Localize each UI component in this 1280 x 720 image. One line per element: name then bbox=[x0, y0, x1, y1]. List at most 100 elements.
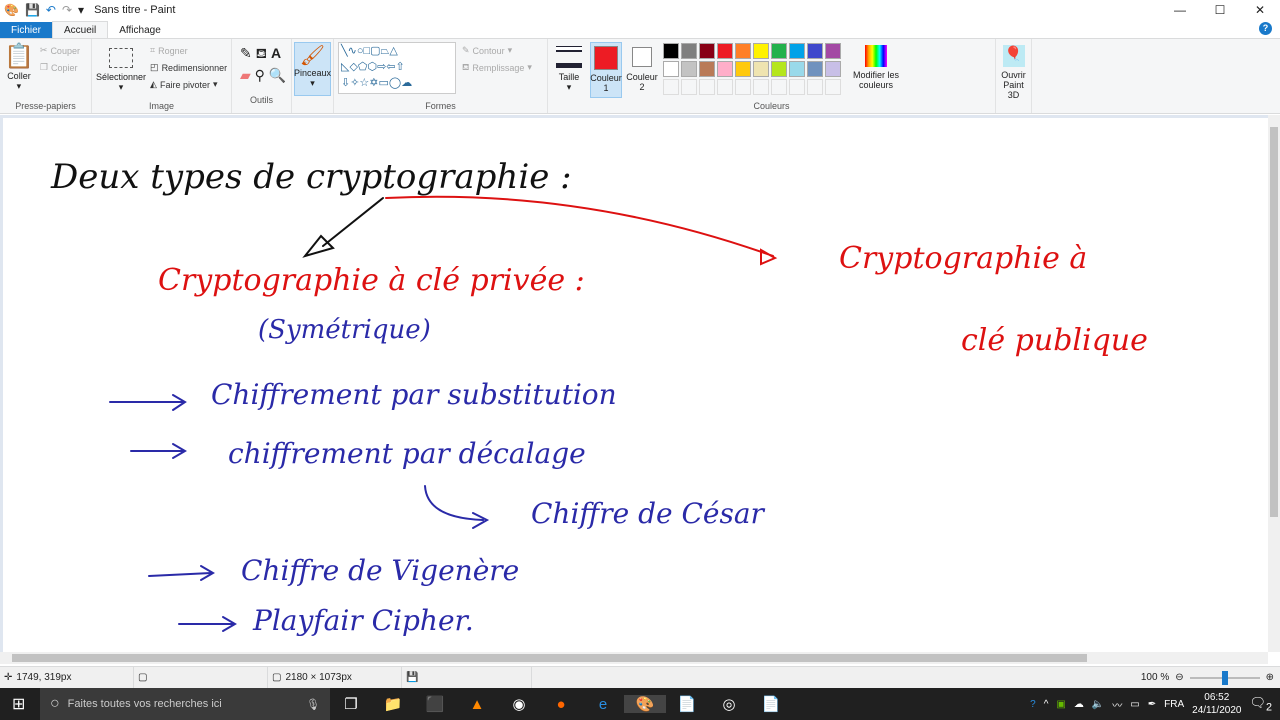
help-tray-icon[interactable]: ? bbox=[1030, 699, 1036, 710]
palette-swatch[interactable] bbox=[699, 43, 715, 59]
resize-button[interactable]: ◰ Redimensionner bbox=[150, 59, 227, 76]
minimize-button[interactable]: — bbox=[1160, 0, 1200, 20]
palette-swatch[interactable] bbox=[717, 43, 733, 59]
copy-icon: ❐ bbox=[39, 62, 48, 72]
edge-icon[interactable]: e bbox=[582, 696, 624, 713]
rotate-button[interactable]: ◭ Faire pivoter ▾ bbox=[150, 76, 227, 93]
zoom-in-button[interactable]: ⊕ bbox=[1266, 672, 1274, 683]
fill-icon[interactable]: ⛾ bbox=[256, 45, 267, 61]
palette-empty-slot[interactable] bbox=[771, 79, 787, 95]
palette-empty-slot[interactable] bbox=[681, 79, 697, 95]
wifi-icon[interactable]: 〰 bbox=[1112, 697, 1122, 712]
text-icon[interactable]: A bbox=[271, 45, 281, 61]
palette-swatch[interactable] bbox=[807, 43, 823, 59]
palette-swatch[interactable] bbox=[663, 61, 679, 77]
undo-icon[interactable]: ↶ bbox=[46, 3, 56, 17]
tab-affichage[interactable]: Affichage bbox=[108, 22, 172, 39]
palette-swatch[interactable] bbox=[681, 61, 697, 77]
clipboard-icon: 📋 bbox=[4, 43, 34, 70]
paint3d-button[interactable]: 🎈 Ouvrir Paint 3D bbox=[997, 42, 1030, 100]
title-bar: 🎨 💾 ↶ ↷ ▾ Sans titre - Paint — ☐ ✕ bbox=[0, 0, 1280, 20]
palette-swatch[interactable] bbox=[699, 61, 715, 77]
palette-empty-slot[interactable] bbox=[825, 79, 841, 95]
group-label: Couleurs bbox=[753, 101, 790, 111]
cut-button[interactable]: ✂ Couper bbox=[40, 42, 80, 59]
maximize-button[interactable]: ☐ bbox=[1200, 0, 1240, 20]
palette-empty-slot[interactable] bbox=[807, 79, 823, 95]
palette-empty-slot[interactable] bbox=[789, 79, 805, 95]
save-icon[interactable]: 💾 bbox=[25, 3, 40, 17]
palette-empty-slot[interactable] bbox=[699, 79, 715, 95]
paint-taskbar-icon[interactable]: 🎨 bbox=[624, 695, 666, 713]
crop-button[interactable]: ⌗ Rogner bbox=[150, 42, 227, 59]
windows-start-icon[interactable]: ⊞ bbox=[12, 694, 25, 714]
palette-swatch[interactable] bbox=[825, 61, 841, 77]
battery-icon[interactable]: ▭ bbox=[1130, 699, 1139, 710]
task-view-icon[interactable]: ❐ bbox=[330, 695, 372, 713]
zoom-slider[interactable] bbox=[1189, 670, 1260, 685]
nvidia-icon[interactable]: ▣ bbox=[1056, 699, 1065, 710]
palette-swatch[interactable] bbox=[771, 61, 787, 77]
impress-icon-2[interactable]: 📄 bbox=[750, 695, 792, 713]
palette-empty-slot[interactable] bbox=[663, 79, 679, 95]
close-button[interactable]: ✕ bbox=[1240, 0, 1280, 20]
firefox-icon[interactable]: ● bbox=[540, 696, 582, 713]
tab-accueil[interactable]: Accueil bbox=[52, 21, 109, 39]
shapes-gallery[interactable]: ╲∿○□▢⏢△ ◺◇⬠⬡⇨⇦⇧ ⇩✧☆✡▭◯☁ bbox=[338, 42, 456, 94]
file-explorer-icon[interactable]: 📁 bbox=[372, 695, 414, 713]
cursor-position-icon: ✛ bbox=[4, 672, 13, 683]
palette-swatch[interactable] bbox=[789, 43, 805, 59]
zoom-level: 100 % bbox=[1140, 672, 1170, 683]
palette-empty-slot[interactable] bbox=[753, 79, 769, 95]
palette-swatch[interactable] bbox=[717, 61, 733, 77]
redo-icon[interactable]: ↷ bbox=[62, 3, 72, 17]
pen-icon[interactable]: ✒ bbox=[1148, 699, 1156, 710]
color1-button[interactable]: Couleur 1 bbox=[590, 42, 622, 98]
pencil-icon[interactable]: ✎ bbox=[240, 45, 252, 61]
palette-swatch[interactable] bbox=[735, 43, 751, 59]
palette-swatch[interactable] bbox=[825, 43, 841, 59]
scissors-icon: ✂ bbox=[39, 45, 48, 55]
palette-swatch[interactable] bbox=[789, 61, 805, 77]
vlc-icon[interactable]: ▲ bbox=[456, 696, 498, 713]
outline-button[interactable]: ✎ Contour ▾ bbox=[462, 42, 532, 59]
palette-swatch[interactable] bbox=[771, 43, 787, 59]
magnifier-icon[interactable]: 🔍 bbox=[269, 67, 286, 83]
color2-swatch bbox=[632, 47, 652, 67]
zoom-out-button[interactable]: ⊖ bbox=[1175, 672, 1183, 683]
vertical-scrollbar[interactable] bbox=[1268, 115, 1280, 652]
palette-swatch[interactable] bbox=[735, 61, 751, 77]
palette-swatch[interactable] bbox=[807, 61, 823, 77]
palette-empty-slot[interactable] bbox=[735, 79, 751, 95]
acrobat-icon[interactable]: ⬛ bbox=[414, 695, 456, 713]
network-drive-icon[interactable]: ☁ bbox=[1074, 699, 1084, 710]
chrome-icon[interactable]: ◉ bbox=[498, 695, 540, 713]
clock[interactable]: 06:52 24/11/2020 bbox=[1192, 691, 1241, 717]
color-picker-icon[interactable]: ⚲ bbox=[255, 67, 265, 83]
microphone-icon[interactable]: 🎙 bbox=[306, 698, 320, 711]
taskbar-search[interactable]: ○ Faites toutes vos recherches ici 🎙 bbox=[40, 688, 330, 720]
tab-fichier[interactable]: Fichier bbox=[0, 22, 53, 39]
copy-button[interactable]: ❐ Copier bbox=[40, 59, 80, 76]
palette-swatch[interactable] bbox=[663, 43, 679, 59]
palette-swatch[interactable] bbox=[681, 43, 697, 59]
eraser-icon[interactable]: ▰ bbox=[240, 67, 251, 83]
obs-icon[interactable]: ◎ bbox=[708, 695, 750, 713]
volume-icon[interactable]: 🔈 bbox=[1092, 699, 1104, 710]
notification-icon[interactable]: 🗨2 bbox=[1249, 695, 1272, 714]
show-hidden-icons[interactable]: ^ bbox=[1044, 699, 1049, 710]
playfair-text: Playfair Cipher. bbox=[252, 604, 474, 637]
customize-icon[interactable]: ▾ bbox=[78, 3, 84, 17]
help-icon[interactable]: ? bbox=[1259, 22, 1272, 35]
drawing-canvas[interactable]: Deux types de cryptographie : Cryptograp… bbox=[3, 118, 1268, 652]
brushes-button[interactable]: 🖌 Pinceaux ▾ bbox=[294, 42, 331, 96]
impress-icon[interactable]: 📄 bbox=[666, 695, 708, 713]
palette-swatch[interactable] bbox=[753, 43, 769, 59]
palette-empty-slot[interactable] bbox=[717, 79, 733, 95]
palette-swatch[interactable] bbox=[753, 61, 769, 77]
window-title: Sans titre - Paint bbox=[94, 4, 176, 16]
horizontal-scrollbar[interactable] bbox=[0, 652, 1268, 664]
fill-button[interactable]: ⛾ Remplissage ▾ bbox=[462, 59, 532, 76]
vigenere-text: Chiffre de Vigenère bbox=[241, 554, 519, 587]
language-indicator[interactable]: FRA bbox=[1164, 699, 1184, 710]
